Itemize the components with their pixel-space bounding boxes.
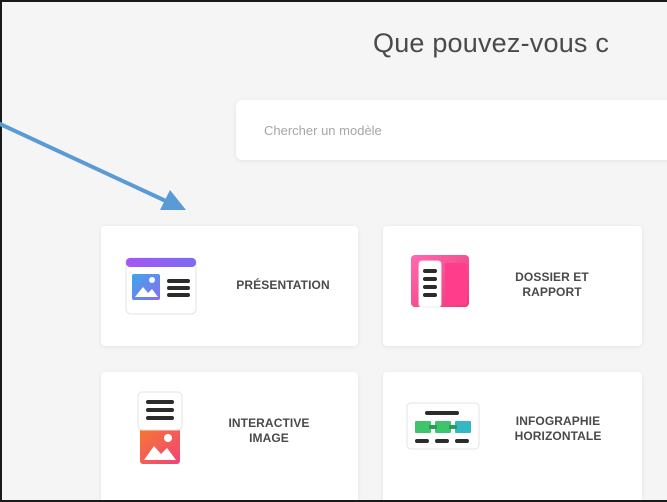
app-frame: Que pouvez-vous c PRÉSENTATION	[0, 0, 667, 502]
presentation-icon	[125, 257, 197, 315]
page-title: Que pouvez-vous c	[373, 28, 610, 58]
interactive-image-icon	[137, 391, 183, 464]
template-card-report[interactable]: DOSSIER ET RAPPORT	[383, 226, 642, 346]
template-card-label: DOSSIER ET RAPPORT	[515, 270, 589, 299]
template-card-interactive-image[interactable]: INTERACTIVE IMAGE	[101, 372, 358, 500]
horizontal-infographic-icon	[406, 402, 480, 450]
template-card-horizontal-infographic[interactable]: INFOGRAPHIE HORIZONTALE	[383, 372, 642, 500]
template-card-label: PRÉSENTATION	[236, 278, 330, 292]
search-input[interactable]	[264, 120, 644, 140]
template-card-label: INTERACTIVE IMAGE	[228, 416, 310, 445]
document-icon	[411, 255, 469, 308]
template-card-presentation[interactable]: PRÉSENTATION	[101, 226, 358, 346]
template-card-label: INFOGRAPHIE HORIZONTALE	[514, 414, 602, 443]
search-bar[interactable]	[236, 100, 667, 160]
